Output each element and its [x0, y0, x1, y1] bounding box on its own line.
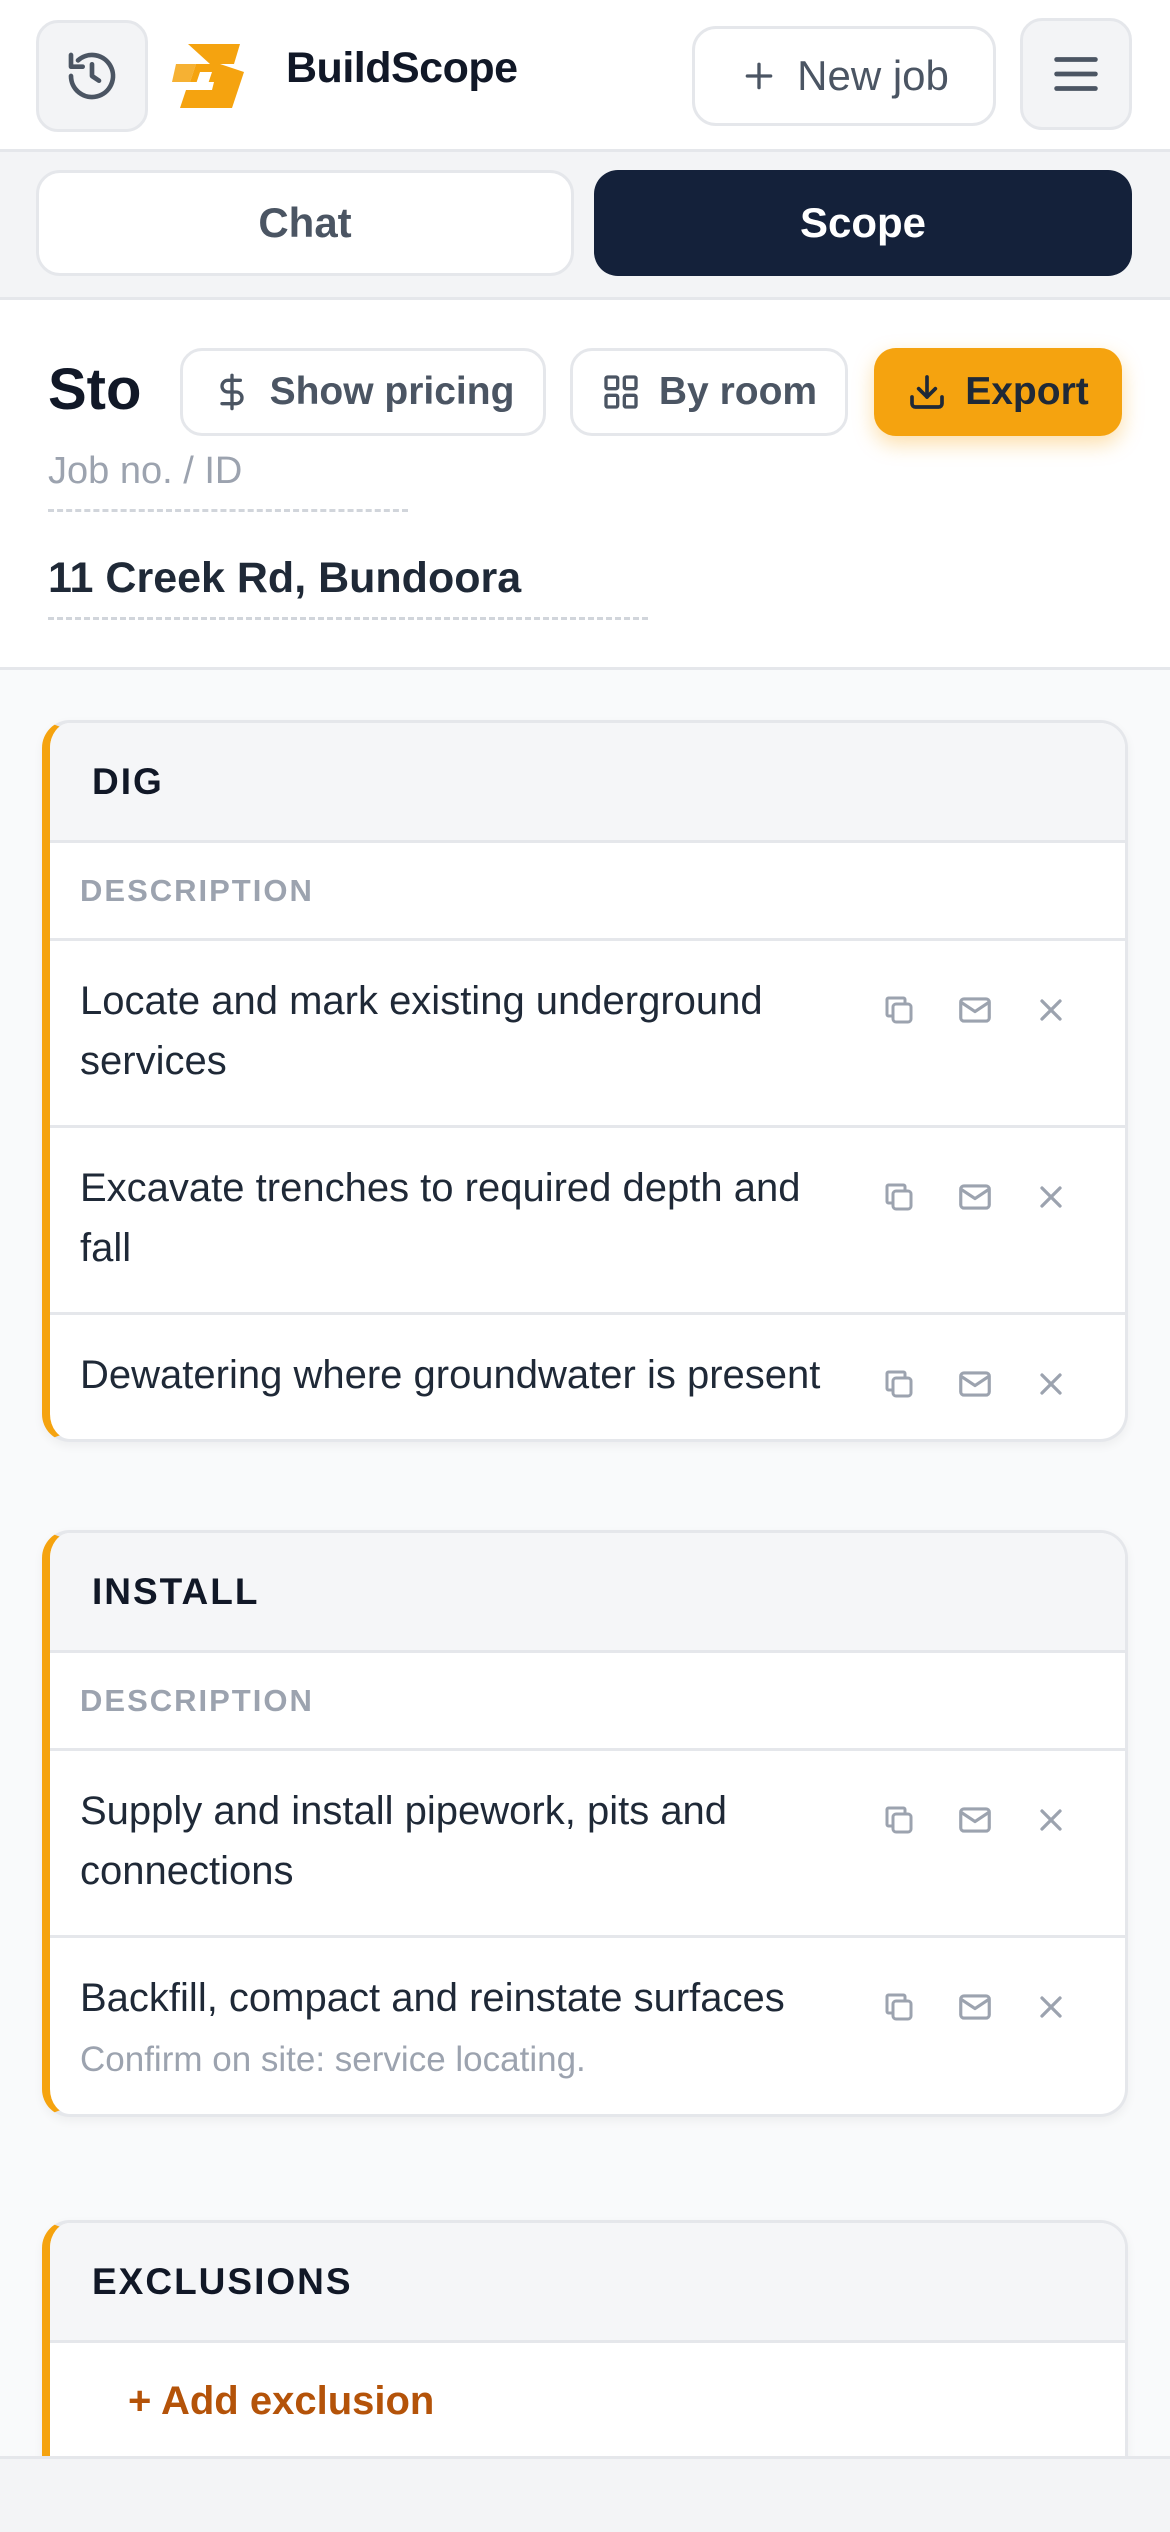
tab-scope[interactable]: Scope: [594, 170, 1132, 276]
menu-button[interactable]: [1020, 18, 1132, 130]
copy-icon[interactable]: [880, 1988, 918, 2026]
section-title: INSTALL: [50, 1533, 1125, 1653]
scope-item: Dewatering where groundwater is present: [50, 1315, 1125, 1439]
new-job-label: New job: [797, 52, 949, 99]
section-title: EXCLUSIONS: [50, 2223, 1125, 2343]
dollar-icon: [219, 373, 244, 411]
export-label: Export: [965, 370, 1089, 413]
mail-icon[interactable]: [956, 1988, 994, 2026]
new-job-button[interactable]: New job: [692, 26, 996, 126]
show-pricing-button[interactable]: Show pricing: [180, 348, 546, 436]
delete-icon[interactable]: [1032, 1801, 1070, 1839]
mail-icon[interactable]: [956, 1365, 994, 1403]
scope-item: Supply and install pipework, pits and co…: [50, 1751, 1125, 1938]
item-actions: [880, 1988, 1070, 2026]
scope-item-text[interactable]: Excavate trenches to required depth and …: [80, 1158, 840, 1278]
delete-icon[interactable]: [1032, 1365, 1070, 1403]
scope-toolbar: Sto Show pricing By room Export Job no. …: [0, 300, 1170, 670]
section-dig: DIG DESCRIPTION Locate and mark existing…: [42, 720, 1128, 1442]
copy-icon[interactable]: [880, 1365, 918, 1403]
download-icon: [910, 375, 945, 409]
delete-icon[interactable]: [1032, 1178, 1070, 1216]
scope-item: Backfill, compact and reinstate surfaces…: [50, 1938, 1125, 2114]
mail-icon[interactable]: [956, 1801, 994, 1839]
bottom-bar: [0, 2456, 1170, 2532]
mail-icon[interactable]: [956, 1178, 994, 1216]
plus-icon: [745, 62, 773, 90]
brand-name: BuildScope: [286, 44, 518, 92]
show-pricing-label: Show pricing: [269, 370, 515, 413]
view-tabs: Chat Scope: [0, 152, 1170, 300]
job-address-field[interactable]: 11 Creek Rd, Bundoora: [48, 554, 648, 620]
scope-item-text[interactable]: Supply and install pipework, pits and co…: [80, 1781, 840, 1901]
history-button[interactable]: [36, 20, 148, 132]
history-icon: [68, 52, 116, 100]
job-number-field[interactable]: Job no. / ID: [48, 450, 408, 512]
delete-icon[interactable]: [1032, 1988, 1070, 2026]
tab-chat[interactable]: Chat: [36, 170, 574, 276]
buildscope-logo-icon: [172, 44, 244, 108]
delete-icon[interactable]: [1032, 991, 1070, 1029]
copy-icon[interactable]: [880, 1801, 918, 1839]
item-actions: [880, 991, 1070, 1029]
item-actions: [880, 1801, 1070, 1839]
menu-icon: [1054, 57, 1098, 91]
scope-item-text[interactable]: Backfill, compact and reinstate surfaces: [80, 1968, 840, 2028]
scope-item: Locate and mark existing underground ser…: [50, 941, 1125, 1128]
by-room-button[interactable]: By room: [570, 348, 848, 436]
scope-item-note: Confirm on site: service locating.: [80, 2040, 586, 2079]
section-title: DIG: [50, 723, 1125, 843]
mail-icon[interactable]: [956, 991, 994, 1029]
item-actions: [880, 1365, 1070, 1403]
scope-title: Sto: [48, 357, 142, 422]
app-header: BuildScope New job: [0, 0, 1170, 152]
add-exclusion-button[interactable]: + Add exclusion: [50, 2343, 1125, 2459]
copy-icon[interactable]: [880, 1178, 918, 1216]
export-button[interactable]: Export: [874, 348, 1122, 436]
by-room-label: By room: [658, 370, 818, 413]
grid-icon: [604, 375, 638, 409]
column-header: DESCRIPTION: [50, 1653, 1125, 1751]
item-actions: [880, 1178, 1070, 1216]
scope-item-text[interactable]: Dewatering where groundwater is present: [80, 1345, 840, 1405]
scope-content: DIG DESCRIPTION Locate and mark existing…: [0, 670, 1170, 2520]
scope-item-text[interactable]: Locate and mark existing underground ser…: [80, 971, 840, 1091]
scope-item: Excavate trenches to required depth and …: [50, 1128, 1125, 1315]
section-install: INSTALL DESCRIPTION Supply and install p…: [42, 1530, 1128, 2117]
copy-icon[interactable]: [880, 991, 918, 1029]
column-header: DESCRIPTION: [50, 843, 1125, 941]
